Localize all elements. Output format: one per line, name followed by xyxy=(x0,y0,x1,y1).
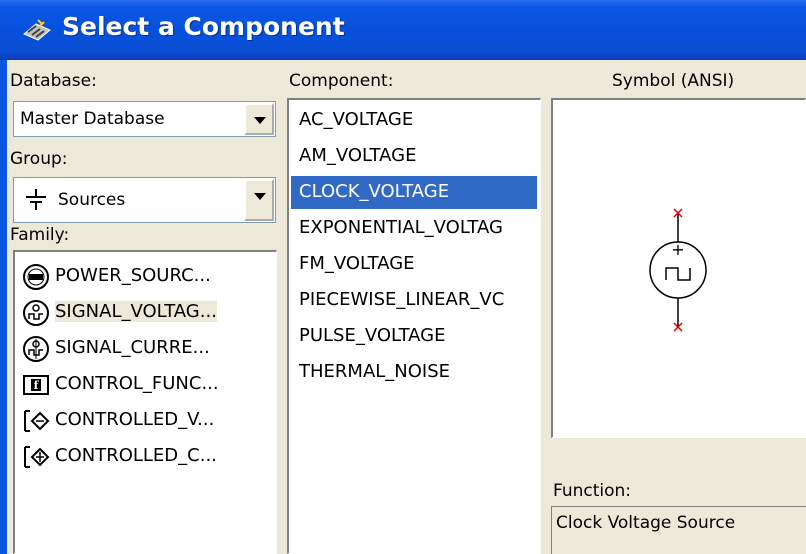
database-select[interactable]: Master Database xyxy=(13,101,276,137)
component-list[interactable]: AC_VOLTAGE AM_VOLTAGE CLOCK_VOLTAGE EXPO… xyxy=(287,98,541,554)
component-item-am-voltage[interactable]: AM_VOLTAGE xyxy=(291,140,537,173)
component-item-fm-voltage[interactable]: FM_VOLTAGE xyxy=(291,248,537,281)
controlled-voltage-icon xyxy=(24,410,50,432)
signal-current-icon xyxy=(23,336,49,362)
window-frame-left xyxy=(0,60,7,554)
family-item-controlled-voltage[interactable]: CONTROLLED_V... xyxy=(19,402,276,438)
component-item-label: EXPONENTIAL_VOLTAG xyxy=(299,217,503,238)
family-item-label: CONTROLLED_C... xyxy=(55,445,217,466)
database-label: Database: xyxy=(10,71,97,91)
symbol-plus-sign: + xyxy=(671,240,684,259)
control-function-icon: f xyxy=(23,375,49,395)
component-item-exponential-voltage[interactable]: EXPONENTIAL_VOLTAG xyxy=(291,212,537,245)
group-value: Sources xyxy=(58,190,126,210)
component-item-piecewise-linear-voltage[interactable]: PIECEWISE_LINEAR_VC xyxy=(291,284,537,317)
group-label: Group: xyxy=(10,149,68,169)
database-dropdown-button[interactable] xyxy=(244,103,274,135)
component-icon xyxy=(23,19,51,41)
function-value: Clock Voltage Source xyxy=(556,513,736,533)
family-list[interactable]: POWER_SOURC... SIGNAL_VOLTAG... SIGNAL_C… xyxy=(13,250,277,554)
family-item-controlled-current[interactable]: CONTROLLED_C... xyxy=(19,438,276,474)
controlled-current-icon xyxy=(24,446,50,468)
family-item-label: SIGNAL_CURRE... xyxy=(55,337,210,358)
family-item-signal-voltage[interactable]: SIGNAL_VOLTAG... xyxy=(19,294,276,330)
group-select[interactable]: Sources xyxy=(13,177,276,223)
title-bar[interactable]: Select a Component xyxy=(0,0,806,60)
component-item-pulse-voltage[interactable]: PULSE_VOLTAGE xyxy=(291,320,537,353)
symbol-preview: + xyxy=(551,98,806,438)
family-label: Family: xyxy=(10,225,70,245)
component-item-label: FM_VOLTAGE xyxy=(299,253,415,274)
group-dropdown-button[interactable] xyxy=(244,179,274,221)
component-item-label: PIECEWISE_LINEAR_VC xyxy=(299,289,505,310)
component-item-label: AC_VOLTAGE xyxy=(299,109,414,130)
window-title: Select a Component xyxy=(62,12,345,41)
component-item-label: THERMAL_NOISE xyxy=(299,361,451,382)
component-item-ac-voltage[interactable]: AC_VOLTAGE xyxy=(291,104,537,137)
family-item-label: SIGNAL_VOLTAG... xyxy=(55,301,217,322)
signal-voltage-icon xyxy=(23,300,49,326)
component-item-thermal-noise[interactable]: THERMAL_NOISE xyxy=(291,356,537,389)
function-field: Clock Voltage Source xyxy=(551,506,806,554)
power-source-icon xyxy=(23,264,49,290)
component-item-clock-voltage[interactable]: CLOCK_VOLTAGE xyxy=(291,176,537,209)
function-label: Function: xyxy=(553,481,632,501)
family-item-label: CONTROL_FUNC... xyxy=(55,373,219,394)
component-label: Component: xyxy=(289,71,394,91)
sources-icon xyxy=(26,189,46,210)
family-item-signal-current[interactable]: SIGNAL_CURRE... xyxy=(19,330,276,366)
symbol-label: Symbol (ANSI) xyxy=(612,71,735,91)
component-item-label: AM_VOLTAGE xyxy=(299,145,417,166)
family-item-label: POWER_SOURC... xyxy=(55,265,211,286)
component-item-label: CLOCK_VOLTAGE xyxy=(299,181,450,202)
clock-voltage-symbol-icon: + xyxy=(649,208,707,332)
family-item-label: CONTROLLED_V... xyxy=(55,409,215,430)
family-item-control-function[interactable]: f CONTROL_FUNC... xyxy=(19,366,276,402)
family-item-power-source[interactable]: POWER_SOURC... xyxy=(19,258,276,294)
component-item-label: PULSE_VOLTAGE xyxy=(299,325,446,346)
database-value: Master Database xyxy=(20,109,165,129)
